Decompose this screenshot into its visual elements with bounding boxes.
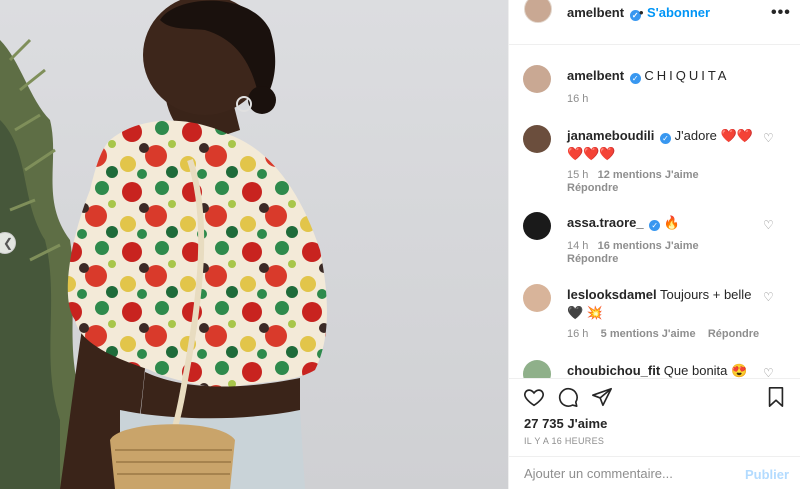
heart-icon[interactable] <box>521 384 547 410</box>
comment-like-heart-icon[interactable]: ♡ <box>763 218 774 232</box>
comment-avatar[interactable] <box>523 284 551 312</box>
verified-icon: ✓ <box>629 73 641 84</box>
author-username-text[interactable]: amelbent <box>567 5 624 20</box>
comment-username[interactable]: leslooksdamel <box>567 287 657 302</box>
comment-like-heart-icon[interactable]: ♡ <box>763 131 774 145</box>
caption-text: CHIQUITA <box>644 68 730 83</box>
separator-dot: • <box>639 5 644 20</box>
comment-username[interactable]: choubichou_fit <box>567 363 660 378</box>
more-icon[interactable]: ••• <box>771 4 791 22</box>
comment-time[interactable]: 16 h <box>567 328 588 340</box>
posted-time[interactable]: IL Y A 16 HEURES <box>524 436 604 446</box>
comment-icon[interactable] <box>555 384 581 410</box>
comment-text: J'adore <box>674 128 717 143</box>
caption-body: amelbent ✓ CHIQUITA <box>567 67 763 85</box>
caption-time[interactable]: 16 h <box>567 93 588 106</box>
caption-username[interactable]: amelbent <box>567 68 624 83</box>
verified-icon: ✓ <box>660 133 672 144</box>
comment-time[interactable]: 15 h <box>567 169 588 181</box>
comment-text: Toujours + belle <box>660 287 752 302</box>
reply-button[interactable]: Répondre <box>567 182 618 194</box>
comment-meta: 15 h 12 mentions J'aime Répondre <box>567 169 699 195</box>
post-details-panel: amelbent ✓ • S'abonner ••• amelbent ✓ CH… <box>508 0 800 489</box>
comment-meta: 16 h 5 mentions J'aime Répondre <box>567 328 759 341</box>
comment-username[interactable]: assa.traore_ <box>567 215 644 230</box>
reply-button[interactable]: Répondre <box>567 253 618 265</box>
reply-button[interactable]: Répondre <box>708 328 759 340</box>
share-icon[interactable] <box>589 384 615 410</box>
publish-button[interactable]: Publier <box>745 467 789 482</box>
add-comment-input[interactable] <box>524 466 734 481</box>
comment-likes[interactable]: 12 mentions J'aime <box>598 169 699 181</box>
post-photo[interactable]: ❮ <box>0 0 508 489</box>
comment-like-heart-icon[interactable]: ♡ <box>763 366 774 378</box>
comments-list[interactable]: amelbent ✓ CHIQUITA 16 h janameboudili ✓… <box>509 45 800 378</box>
likes-count[interactable]: 27 735 J'aime <box>524 416 607 431</box>
follow-button[interactable]: S'abonner <box>647 5 710 20</box>
divider <box>509 456 800 457</box>
bookmark-icon[interactable] <box>763 384 789 410</box>
comment-body: assa.traore_ ✓ 🔥 <box>567 214 763 232</box>
comment-avatar[interactable] <box>523 212 551 240</box>
comment-like-heart-icon[interactable]: ♡ <box>763 290 774 304</box>
author-username[interactable]: amelbent ✓ <box>567 5 641 21</box>
comment-likes[interactable]: 5 mentions J'aime <box>601 328 696 340</box>
chevron-left-icon: ❮ <box>2 236 14 250</box>
divider <box>509 378 800 379</box>
comment-avatar[interactable] <box>523 125 551 153</box>
author-avatar[interactable] <box>524 0 552 23</box>
comment-body: leslooksdamel Toujours + belle 🖤 💥 <box>567 286 763 322</box>
action-bar <box>509 380 800 414</box>
post-header: amelbent ✓ • S'abonner ••• <box>509 0 800 25</box>
verified-icon: ✓ <box>649 220 661 231</box>
comment-time[interactable]: 14 h <box>567 240 588 252</box>
comment-avatar[interactable] <box>523 360 551 378</box>
comment-meta: 14 h 16 mentions J'aime Répondre <box>567 240 699 266</box>
comment-emoji: 🔥 <box>663 215 681 230</box>
comment-body: choubichou_fit Que bonita 😍❤️ <box>567 362 763 378</box>
comment-text: Que bonita <box>663 363 728 378</box>
comment-username[interactable]: janameboudili <box>567 128 654 143</box>
comment-body: janameboudili ✓ J'adore ❤️❤️ ❤️❤️❤️ <box>567 127 763 163</box>
comment-emoji: 🖤 💥 <box>567 305 603 320</box>
comment-likes[interactable]: 16 mentions J'aime <box>598 240 699 252</box>
photo-illustration <box>0 0 508 489</box>
caption-avatar[interactable] <box>523 65 551 93</box>
